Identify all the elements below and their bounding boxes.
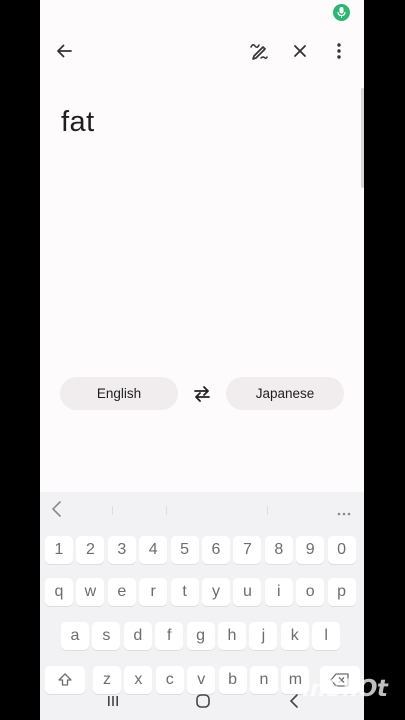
key-h[interactable]: h (218, 622, 246, 650)
key-7[interactable]: 7 (233, 536, 262, 564)
key-4[interactable]: 4 (139, 536, 168, 564)
key-s[interactable]: s (92, 622, 121, 650)
source-language-button[interactable]: English (60, 377, 178, 410)
recent-apps-icon[interactable] (106, 694, 120, 713)
swap-languages-icon[interactable] (191, 383, 213, 405)
key-9[interactable]: 9 (296, 536, 325, 564)
key-8[interactable]: 8 (264, 536, 293, 564)
more-horizontal-icon[interactable] (337, 503, 351, 521)
handwriting-icon[interactable] (244, 36, 274, 66)
phone-screen: fat English Japanese 1234567890 qwertyui… (40, 0, 364, 720)
key-l[interactable]: l (312, 622, 341, 650)
key-3[interactable]: 3 (107, 536, 136, 564)
key-6[interactable]: 6 (202, 536, 230, 564)
inshot-watermark: InShOt (302, 676, 388, 702)
back-arrow-icon[interactable] (49, 36, 79, 66)
key-u[interactable]: u (233, 578, 262, 606)
key-k[interactable]: k (280, 622, 309, 650)
key-f[interactable]: f (155, 622, 184, 650)
key-j[interactable]: j (249, 622, 278, 650)
key-q[interactable]: q (45, 578, 73, 606)
back-nav-icon[interactable] (287, 693, 301, 714)
key-1[interactable]: 1 (45, 536, 73, 564)
key-p[interactable]: p (327, 578, 356, 606)
key-2[interactable]: 2 (76, 536, 105, 564)
home-icon[interactable] (195, 693, 211, 714)
target-language-button[interactable]: Japanese (226, 377, 344, 410)
suggestion-divider (267, 506, 268, 515)
chevron-left-icon[interactable] (50, 500, 64, 523)
close-icon[interactable] (285, 36, 315, 66)
key-t[interactable]: t (170, 578, 199, 606)
key-d[interactable]: d (123, 622, 152, 650)
suggestion-divider (112, 506, 113, 515)
keyboard-toolbar (40, 492, 364, 528)
key-g[interactable]: g (186, 622, 215, 650)
key-0[interactable]: 0 (327, 536, 356, 564)
key-o[interactable]: o (296, 578, 325, 606)
key-r[interactable]: r (139, 578, 168, 606)
key-a[interactable]: a (61, 622, 89, 650)
suggestion-divider (166, 506, 167, 515)
key-5[interactable]: 5 (170, 536, 199, 564)
scrollbar[interactable] (361, 88, 364, 188)
mic-active-indicator-icon (333, 4, 350, 21)
key-i[interactable]: i (264, 578, 293, 606)
more-options-icon[interactable] (324, 36, 354, 66)
key-y[interactable]: y (202, 578, 230, 606)
key-e[interactable]: e (107, 578, 136, 606)
key-w[interactable]: w (76, 578, 105, 606)
translation-input[interactable]: fat (61, 106, 95, 139)
app-bar (40, 30, 364, 72)
